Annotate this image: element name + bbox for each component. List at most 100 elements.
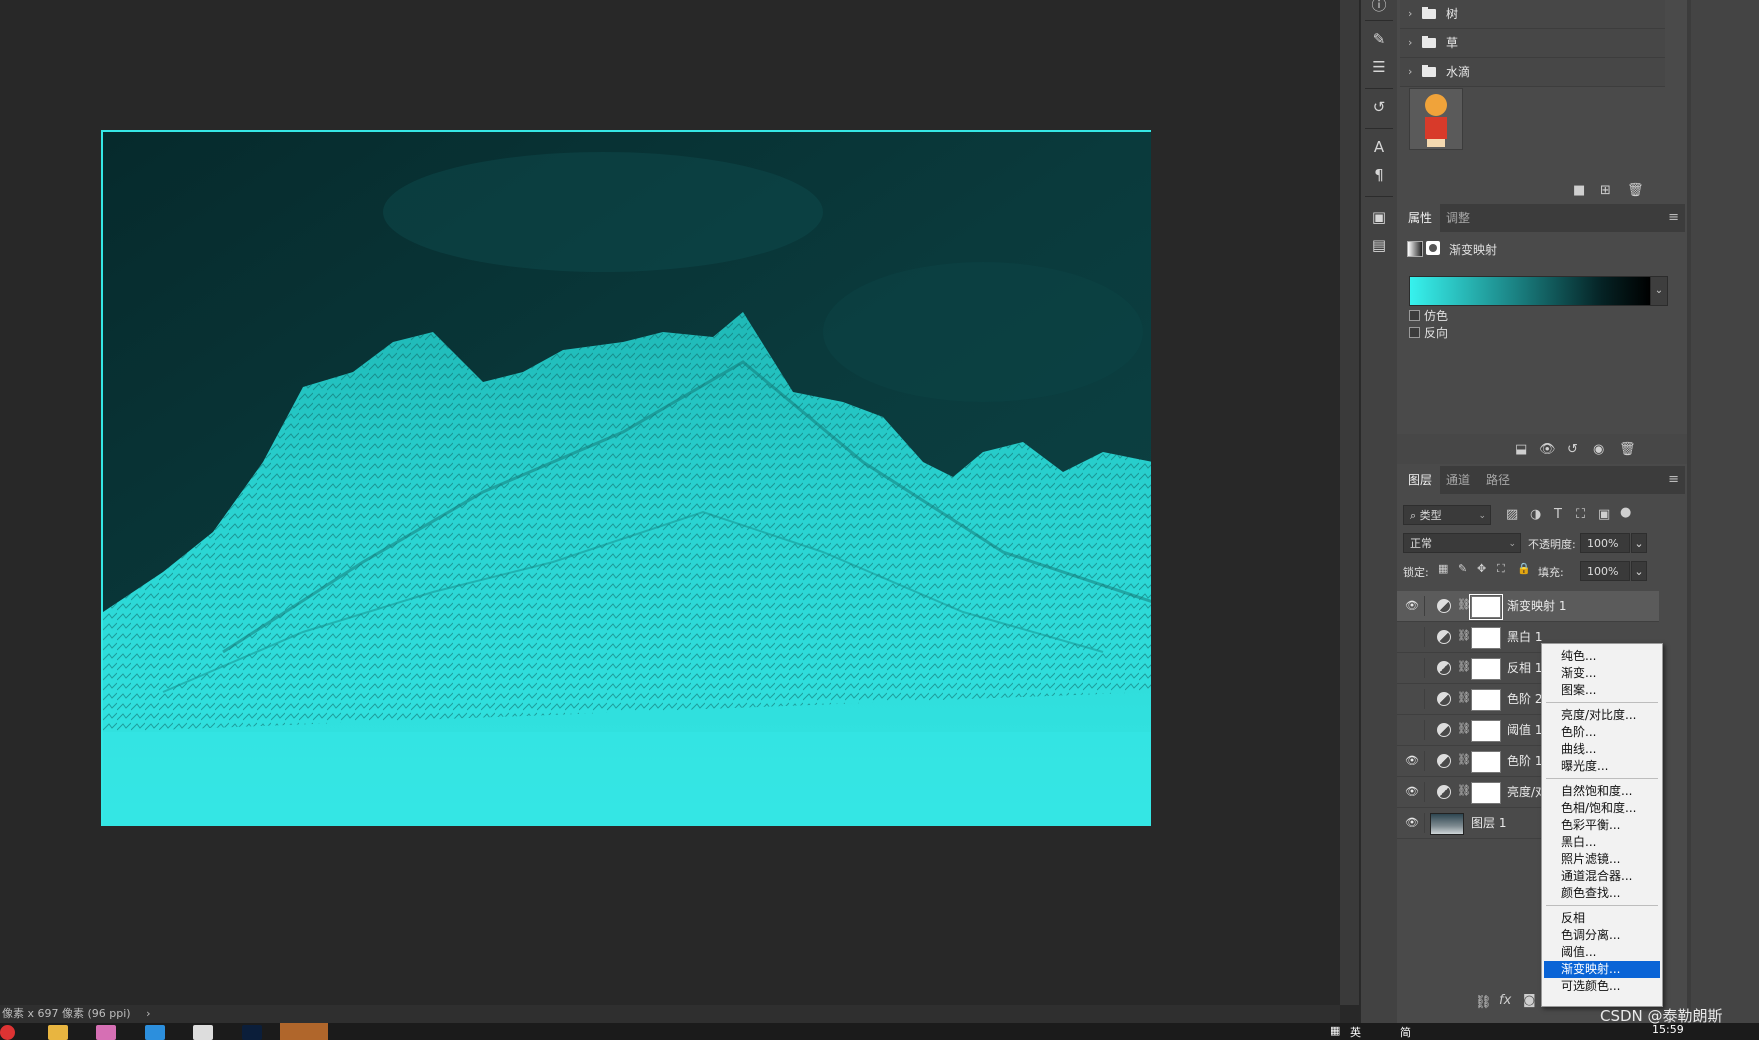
layer-name[interactable]: 色阶 1 bbox=[1507, 746, 1542, 776]
menu-item[interactable]: 曲线... bbox=[1544, 741, 1660, 758]
clip-to-layer-icon[interactable]: ⬓ bbox=[1515, 442, 1527, 457]
dither-checkbox[interactable] bbox=[1409, 310, 1420, 321]
filter-smart-object-icon[interactable]: ▣ bbox=[1598, 507, 1610, 522]
layer-group-grass[interactable]: › 草 bbox=[1400, 29, 1665, 58]
menu-item[interactable]: 图案... bbox=[1544, 682, 1660, 699]
filter-pixel-icon[interactable]: ▨ bbox=[1506, 507, 1518, 522]
mask-link-icon[interactable]: ⛓ bbox=[1457, 691, 1471, 704]
keyboard-icon[interactable]: ▦ bbox=[1330, 1024, 1340, 1037]
filter-kind-select[interactable]: ⌕ 类型 ⌄ bbox=[1403, 505, 1491, 525]
tab-properties[interactable]: 属性 bbox=[1400, 204, 1441, 232]
layer-group-water[interactable]: › 水滴 bbox=[1400, 58, 1665, 87]
layer-mask-thumbnail[interactable] bbox=[1471, 782, 1501, 804]
mask-link-icon[interactable]: ⛓ bbox=[1457, 722, 1471, 735]
menu-item[interactable]: 照片滤镜... bbox=[1544, 851, 1660, 868]
app-icon[interactable] bbox=[145, 1025, 165, 1040]
history-icon[interactable]: ↺ bbox=[1367, 96, 1391, 118]
visibility-toggle[interactable] bbox=[1402, 720, 1425, 740]
layer-name[interactable]: 黑白 1 bbox=[1507, 622, 1542, 652]
menu-item[interactable]: 阈值... bbox=[1544, 944, 1660, 961]
visibility-toggle[interactable] bbox=[1402, 658, 1425, 678]
visibility-toggle[interactable]: 👁 bbox=[1402, 782, 1425, 802]
chevron-right-icon[interactable]: › bbox=[1408, 58, 1412, 86]
brush-presets-icon[interactable]: ✎ bbox=[1367, 28, 1391, 50]
mask-link-icon[interactable]: ⛓ bbox=[1457, 784, 1471, 797]
file-explorer-icon[interactable] bbox=[48, 1025, 68, 1040]
character-icon[interactable]: A bbox=[1367, 136, 1391, 158]
reverse-checkbox[interactable] bbox=[1409, 327, 1420, 338]
layer-row[interactable]: 👁 ⛓ 渐变映射 1 bbox=[1397, 591, 1659, 622]
menu-item[interactable]: 曝光度... bbox=[1544, 758, 1660, 775]
active-app-tab[interactable] bbox=[280, 1023, 328, 1040]
layer-thumbnail[interactable] bbox=[1430, 813, 1464, 835]
add-mask-icon[interactable]: ◙ bbox=[1523, 993, 1536, 1008]
libraries-icon[interactable]: ▣ bbox=[1367, 206, 1391, 228]
view-previous-icon[interactable]: 👁 bbox=[1539, 442, 1556, 457]
new-group-icon[interactable]: ■ bbox=[1573, 183, 1585, 198]
app-icon[interactable] bbox=[193, 1025, 213, 1040]
chevron-right-icon[interactable]: › bbox=[1408, 0, 1412, 28]
filter-type-icon[interactable]: T bbox=[1554, 507, 1562, 522]
menu-item[interactable]: 渐变映射... bbox=[1544, 961, 1660, 978]
menu-item[interactable]: 自然饱和度... bbox=[1544, 783, 1660, 800]
mask-link-icon[interactable]: ⛓ bbox=[1457, 598, 1471, 611]
layer-mask-thumbnail[interactable] bbox=[1471, 689, 1501, 711]
lock-transparent-icon[interactable]: ▦ bbox=[1438, 562, 1448, 575]
layer-name[interactable]: 反相 1 bbox=[1507, 653, 1542, 683]
filter-shape-icon[interactable]: ⛶ bbox=[1576, 507, 1585, 522]
panel-menu-icon[interactable]: ≡ bbox=[1668, 210, 1679, 225]
photoshop-app-icon[interactable] bbox=[242, 1025, 262, 1040]
tab-paths[interactable]: 路径 bbox=[1478, 466, 1518, 494]
mask-icon[interactable] bbox=[1426, 241, 1440, 255]
menu-item[interactable]: 反相 bbox=[1544, 910, 1660, 927]
visibility-toggle[interactable]: 👁 bbox=[1402, 596, 1425, 616]
fx-icon[interactable]: fx bbox=[1499, 993, 1511, 1008]
filter-toggle-icon[interactable]: ● bbox=[1620, 505, 1631, 520]
blend-mode-select[interactable]: 正常 ⌄ bbox=[1403, 533, 1521, 553]
menu-item[interactable]: 渐变... bbox=[1544, 665, 1660, 682]
gradient-dropdown-button[interactable]: ⌄ bbox=[1650, 276, 1668, 306]
visibility-toggle[interactable] bbox=[1402, 627, 1425, 647]
clock[interactable]: 15:59 bbox=[1652, 1023, 1684, 1036]
vertical-scrollbar[interactable] bbox=[1340, 0, 1359, 1005]
visibility-toggle[interactable] bbox=[1402, 689, 1425, 709]
menu-item[interactable]: 纯色... bbox=[1544, 648, 1660, 665]
delete-adjustment-icon[interactable]: 🗑 bbox=[1619, 442, 1636, 457]
menu-item[interactable]: 色相/饱和度... bbox=[1544, 800, 1660, 817]
menu-item[interactable]: 亮度/对比度... bbox=[1544, 707, 1660, 724]
menu-item[interactable]: 色彩平衡... bbox=[1544, 817, 1660, 834]
app-icon[interactable] bbox=[96, 1025, 116, 1040]
dock-divider[interactable] bbox=[1687, 0, 1691, 1023]
fill-dropdown[interactable]: ⌄ bbox=[1631, 561, 1647, 581]
layer-mask-thumbnail[interactable] bbox=[1471, 720, 1501, 742]
gradient-preview[interactable] bbox=[1409, 276, 1651, 306]
layer-group-tree[interactable]: › 树 bbox=[1400, 0, 1665, 29]
visibility-icon[interactable]: ◉ bbox=[1593, 442, 1604, 457]
layer-mask-thumbnail[interactable] bbox=[1471, 751, 1501, 773]
layer-name[interactable]: 渐变映射 1 bbox=[1507, 591, 1566, 621]
reset-icon[interactable]: ↺ bbox=[1567, 442, 1578, 457]
menu-item[interactable]: 颜色查找... bbox=[1544, 885, 1660, 902]
opacity-dropdown[interactable]: ⌄ bbox=[1631, 533, 1647, 553]
mask-link-icon[interactable]: ⛓ bbox=[1457, 660, 1471, 673]
layer-mask-thumbnail[interactable] bbox=[1471, 658, 1501, 680]
mask-link-icon[interactable]: ⛓ bbox=[1457, 753, 1471, 766]
input-language[interactable]: 英 bbox=[1350, 1024, 1361, 1040]
trash-icon[interactable]: 🗑 bbox=[1627, 183, 1644, 198]
tab-layers[interactable]: 图层 bbox=[1400, 466, 1441, 494]
menu-item[interactable]: 色阶... bbox=[1544, 724, 1660, 741]
status-expand-arrow[interactable]: › bbox=[146, 1007, 150, 1020]
mask-link-icon[interactable]: ⛓ bbox=[1457, 629, 1471, 642]
chevron-right-icon[interactable]: › bbox=[1408, 29, 1412, 57]
info-icon[interactable]: ⓘ bbox=[1367, 0, 1391, 16]
menu-item[interactable]: 色调分离... bbox=[1544, 927, 1660, 944]
ime-mode[interactable]: 简 bbox=[1400, 1024, 1411, 1040]
layer-mask-thumbnail[interactable] bbox=[1471, 627, 1501, 649]
lock-all-icon[interactable]: 🔒 bbox=[1517, 562, 1531, 575]
lock-artboard-icon[interactable]: ⛶ bbox=[1497, 562, 1505, 576]
menu-item[interactable]: 黑白... bbox=[1544, 834, 1660, 851]
lock-image-icon[interactable]: ✎ bbox=[1458, 562, 1467, 575]
menu-item[interactable]: 可选颜色... bbox=[1544, 978, 1660, 995]
document-canvas-image[interactable] bbox=[101, 130, 1151, 826]
layer-mask-thumbnail[interactable] bbox=[1469, 594, 1503, 620]
